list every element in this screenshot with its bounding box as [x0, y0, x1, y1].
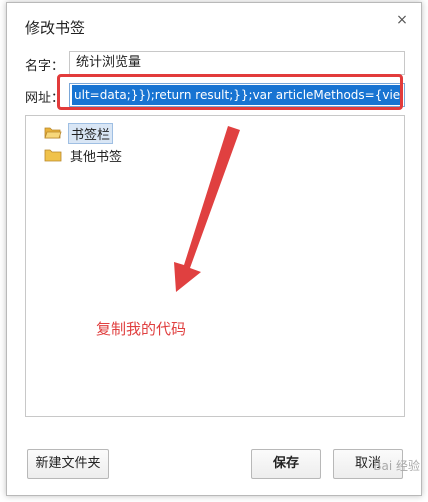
- folder-tree[interactable]: 书签栏 其他书签: [25, 115, 405, 417]
- annotation-text: 复制我的代码: [96, 320, 187, 338]
- watermark: Bai 经验: [373, 459, 420, 473]
- folder-icon: [44, 149, 62, 162]
- name-label: 名字：: [25, 59, 65, 74]
- dialog-title: 修改书签: [25, 19, 86, 37]
- new-folder-button[interactable]: 新建文件夹: [27, 449, 109, 479]
- bookmark-name-input[interactable]: 统计浏览量: [69, 51, 405, 75]
- close-icon[interactable]: ×: [395, 13, 409, 27]
- folder-open-icon: [44, 127, 62, 139]
- save-button[interactable]: 保存: [251, 449, 321, 479]
- tree-item-bookmarks-bar[interactable]: 书签栏: [44, 122, 114, 144]
- url-highlight-box: [57, 74, 403, 110]
- tree-item-other-bookmarks[interactable]: 其他书签: [44, 146, 124, 165]
- tree-item-label: 其他书签: [70, 149, 123, 165]
- tree-item-label: 书签栏: [68, 122, 114, 144]
